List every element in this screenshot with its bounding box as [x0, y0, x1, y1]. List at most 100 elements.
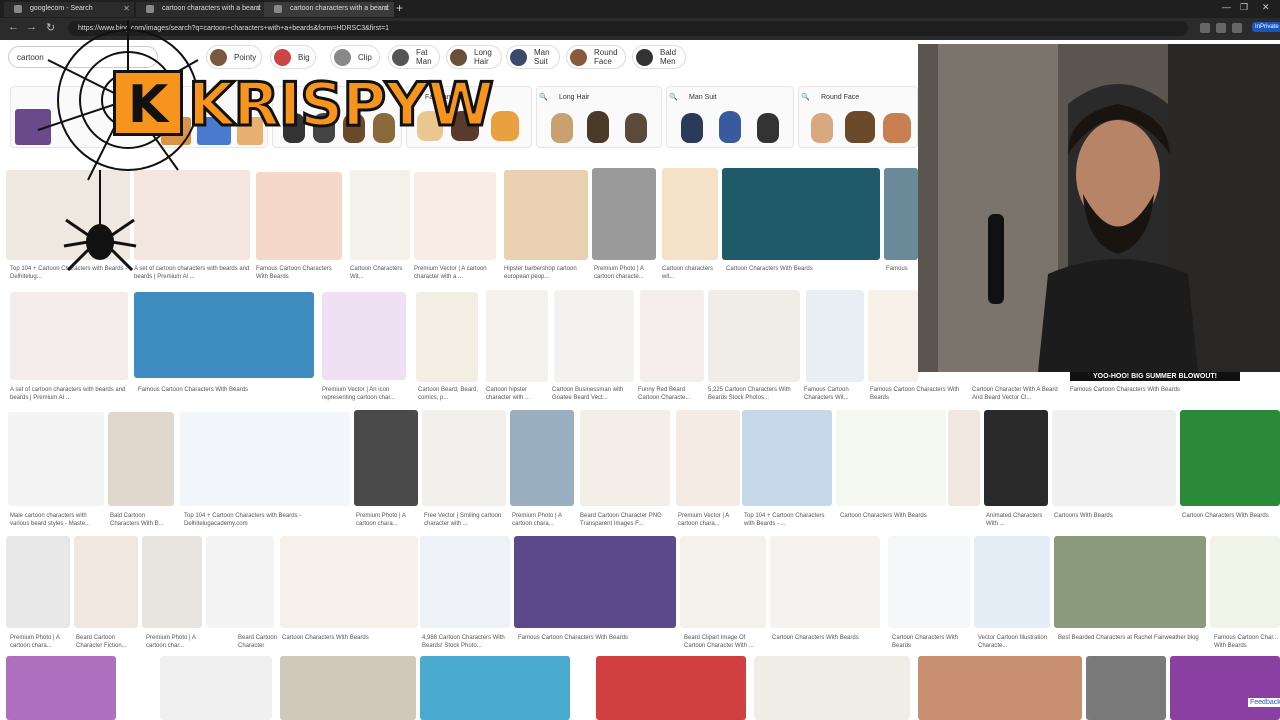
result-image[interactable]: [1052, 410, 1176, 506]
close-tab-icon[interactable]: ✕: [383, 2, 390, 16]
result-image[interactable]: [504, 170, 588, 260]
result-caption[interactable]: Beard Cartoon Character Fiction...: [76, 634, 138, 650]
back-icon[interactable]: ←: [8, 21, 19, 33]
result-image[interactable]: [888, 536, 970, 628]
result-image[interactable]: [1210, 536, 1280, 628]
result-image[interactable]: [1086, 656, 1166, 720]
result-caption[interactable]: Cartoon Character With A Beard And Beard…: [972, 386, 1062, 402]
result-caption[interactable]: Premium Vector | A cartoon chara...: [678, 512, 740, 528]
result-image[interactable]: [722, 168, 880, 260]
result-image[interactable]: [884, 168, 918, 260]
filter-chip-round-face[interactable]: Round Face: [566, 45, 626, 69]
result-image[interactable]: [280, 536, 418, 628]
result-image[interactable]: [918, 656, 1082, 720]
result-caption[interactable]: Famous Cartoon Characters With Beards: [138, 386, 314, 394]
result-image[interactable]: [420, 656, 570, 720]
result-caption[interactable]: Premium Photo | A cartoon characte...: [594, 265, 656, 281]
result-caption[interactable]: Male cartoon characters with various bea…: [10, 512, 106, 528]
result-image[interactable]: [662, 168, 718, 260]
result-image[interactable]: [422, 410, 506, 506]
result-caption[interactable]: Famous Cartoon Characters With Beards: [518, 634, 676, 642]
result-image[interactable]: [554, 290, 634, 382]
result-image[interactable]: [596, 656, 746, 720]
result-caption[interactable]: Beard Cartoon Character Drawin...: [238, 634, 278, 650]
result-caption[interactable]: A set of cartoon characters with beards …: [10, 386, 128, 402]
result-caption[interactable]: Animated Characters With ...: [986, 512, 1048, 528]
result-caption[interactable]: Top 104 + Cartoon Characters with Beards…: [184, 512, 350, 528]
related-strip-man-suit[interactable]: 🔍 Man Suit: [666, 86, 794, 148]
result-image[interactable]: [486, 290, 548, 382]
result-image[interactable]: [180, 412, 350, 506]
result-image[interactable]: [134, 292, 314, 378]
result-image[interactable]: [322, 292, 406, 380]
collections-icon[interactable]: [1232, 23, 1242, 33]
result-caption[interactable]: Cartoon Characters With Beards: [840, 512, 946, 520]
result-image[interactable]: [806, 290, 864, 382]
result-image[interactable]: [1180, 410, 1280, 506]
result-image[interactable]: [416, 292, 478, 382]
result-image[interactable]: [974, 536, 1050, 628]
result-caption[interactable]: Free Vector | Smiling cartoon character …: [424, 512, 506, 528]
close-tab-icon[interactable]: ✕: [255, 2, 262, 16]
tab-cartoon-1[interactable]: cartoon characters with a beard ✕: [136, 2, 266, 17]
result-caption[interactable]: Premium Photo | A cartoon chara...: [512, 512, 574, 528]
result-caption[interactable]: Famous Cartoon Characters With Beards: [1070, 386, 1192, 394]
result-image[interactable]: [836, 410, 946, 506]
result-image[interactable]: [742, 410, 832, 506]
result-caption[interactable]: Funny Red Beard Cartoon Characte...: [638, 386, 702, 402]
result-image[interactable]: [1170, 656, 1280, 720]
result-caption[interactable]: Famous Cartoon Characters With Beards: [870, 386, 962, 402]
new-tab-button[interactable]: +: [396, 1, 403, 15]
result-caption[interactable]: Cartoon hipster character with ...: [486, 386, 548, 402]
tab-google-search[interactable]: googlecom - Search ✕: [4, 2, 134, 17]
result-caption[interactable]: Hipster barbershop cartoon european peop…: [504, 265, 588, 281]
result-caption[interactable]: Cartoon Characters With Beards: [726, 265, 876, 273]
result-caption[interactable]: Cartoon Beard, Beard, comics, p...: [418, 386, 480, 402]
result-image[interactable]: [142, 536, 202, 628]
result-caption[interactable]: Premium Photo | A cartoon chara...: [356, 512, 418, 528]
filter-chip-long-hair[interactable]: Long Hair: [446, 45, 502, 69]
result-caption[interactable]: 4,988 Cartoon Characters With Beards! St…: [422, 634, 512, 650]
result-image[interactable]: [514, 536, 676, 628]
result-caption[interactable]: Famous C...: [886, 265, 918, 273]
result-image[interactable]: [770, 536, 880, 628]
result-image[interactable]: [510, 410, 574, 506]
result-image[interactable]: [754, 656, 910, 720]
result-image[interactable]: [592, 168, 656, 260]
result-image[interactable]: [10, 292, 128, 380]
inprivate-badge[interactable]: InPrivate: [1252, 22, 1280, 32]
tab-cartoon-2[interactable]: cartoon characters with a beard ✕: [264, 2, 394, 17]
result-caption[interactable]: Cartoon Characters With Beards: [772, 634, 880, 642]
result-image[interactable]: [160, 656, 272, 720]
result-caption[interactable]: Famous Cartoon Char... With Beards: [1214, 634, 1280, 650]
result-caption[interactable]: Beard Clipart Image Of Cartoon Character…: [684, 634, 768, 650]
result-caption[interactable]: Best Bearded Characters at Rachel Fairwe…: [1058, 634, 1206, 650]
result-caption[interactable]: Vector Cartoon Illustration Characte...: [978, 634, 1052, 650]
result-image[interactable]: [680, 536, 766, 628]
result-image[interactable]: [354, 410, 418, 506]
result-image[interactable]: [868, 290, 918, 382]
result-image[interactable]: [74, 536, 138, 628]
related-strip-round-face[interactable]: 🔍 Round Face: [798, 86, 918, 148]
result-caption[interactable]: Cartoon characters wit...: [662, 265, 718, 281]
minimize-button[interactable]: —: [1222, 2, 1231, 12]
result-caption[interactable]: Cartoon Characters With Beards: [282, 634, 418, 642]
feedback-link[interactable]: Feedback: [1248, 698, 1280, 707]
result-caption[interactable]: Bald Cartoon Characters With B...: [110, 512, 176, 528]
result-image[interactable]: [6, 656, 116, 720]
result-caption[interactable]: Famous Cartoon Characters Wit...: [804, 386, 864, 402]
result-caption[interactable]: Top 104 + Cartoon Characters with Beards…: [744, 512, 832, 528]
result-image[interactable]: [108, 412, 174, 506]
result-caption[interactable]: Cartoons With Beards: [1054, 512, 1176, 520]
result-image[interactable]: [708, 290, 800, 382]
result-image[interactable]: [984, 410, 1048, 506]
related-strip-long-hair[interactable]: 🔍 Long Hair: [536, 86, 662, 148]
result-caption[interactable]: Premium Photo | A cartoon chara...: [10, 634, 70, 650]
favorites-icon[interactable]: [1200, 23, 1210, 33]
result-image[interactable]: [640, 290, 704, 382]
filter-chip-man-suit[interactable]: Man Suit: [506, 45, 560, 69]
result-caption[interactable]: Premium Photo | A cartoon char...: [146, 634, 204, 650]
result-image[interactable]: [676, 410, 740, 506]
result-image[interactable]: [420, 536, 510, 628]
result-image[interactable]: [8, 412, 104, 506]
